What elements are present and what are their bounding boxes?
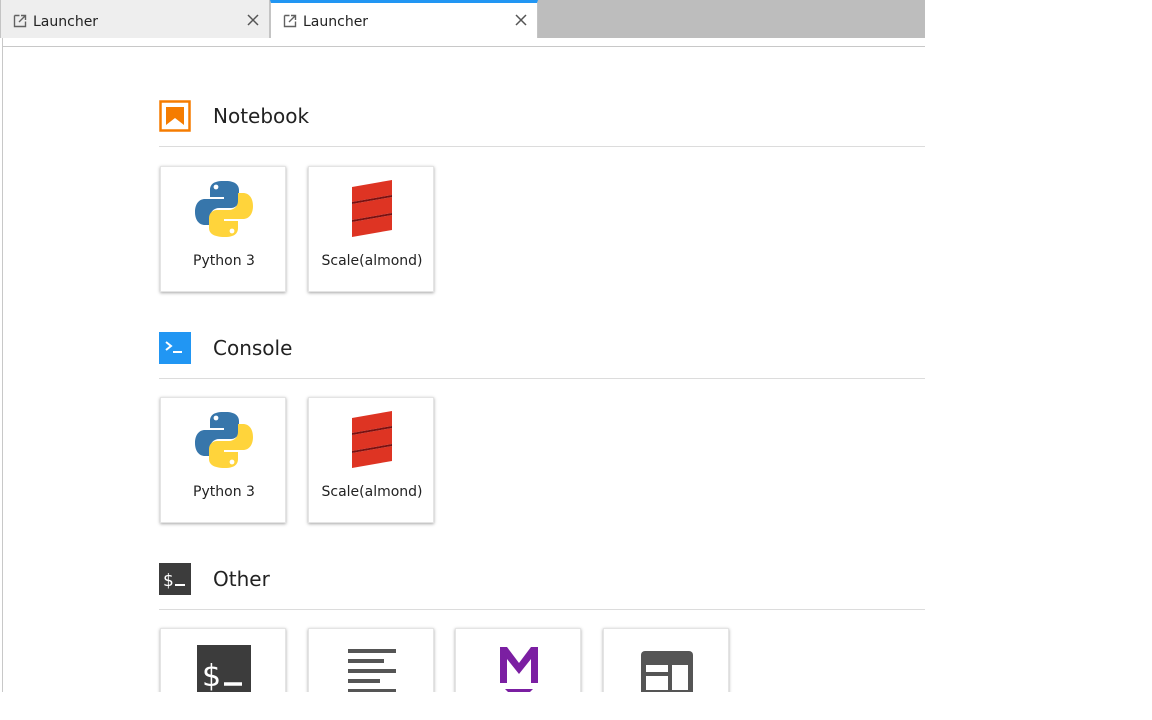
text-file-icon: [348, 649, 396, 692]
card-label: Scale(almond): [321, 253, 423, 269]
launcher-card-console-scala[interactable]: Scale(almond): [308, 397, 434, 523]
launcher-card-console-python3[interactable]: Python 3: [160, 397, 286, 523]
markdown-icon: [500, 647, 538, 692]
tab-label: Launcher: [33, 14, 99, 30]
launch-icon: [283, 14, 297, 28]
python-logo-icon: [195, 412, 253, 468]
terminal-icon: $: [159, 563, 191, 595]
jupyterlab-window: Launcher Launcher Notebook Python 3 Scal…: [0, 0, 925, 692]
launcher-card-notebook-python3[interactable]: Python 3: [160, 166, 286, 292]
section-divider: [159, 378, 925, 379]
close-icon[interactable]: [245, 12, 261, 28]
terminal-icon: $: [197, 645, 251, 692]
section-title: Notebook: [213, 104, 310, 128]
scala-logo-icon: [352, 411, 392, 468]
panel-divider: [3, 46, 925, 47]
section-header-other: $ Other: [159, 563, 925, 623]
tab-label: Launcher: [303, 14, 369, 30]
section-divider: [159, 146, 925, 147]
section-header-console: Console: [159, 332, 925, 392]
svg-text:$: $: [202, 659, 221, 692]
section-title: Other: [213, 567, 270, 591]
svg-text:$: $: [163, 571, 174, 591]
card-label: Python 3: [193, 484, 255, 500]
launcher-card-contextual-help[interactable]: [603, 628, 729, 692]
launcher-card-text-file[interactable]: [308, 628, 434, 692]
card-label: Scale(almond): [321, 484, 423, 500]
close-icon[interactable]: [513, 12, 529, 28]
console-icon: [159, 332, 191, 364]
section-divider: [159, 609, 925, 610]
tab-launcher-2[interactable]: Launcher: [270, 0, 538, 38]
card-label: Python 3: [193, 253, 255, 269]
launcher-card-markdown[interactable]: [455, 628, 581, 692]
launcher-card-terminal[interactable]: $: [160, 628, 286, 692]
scala-logo-icon: [352, 180, 392, 237]
launcher-panel: Notebook Python 3 Scale(almond) Console …: [2, 38, 925, 692]
launch-icon: [13, 14, 27, 28]
section-header-notebook: Notebook: [159, 100, 925, 160]
section-title: Console: [213, 336, 293, 360]
contextual-help-icon: [641, 651, 693, 692]
tab-bar: Launcher Launcher: [0, 0, 925, 38]
launcher-card-notebook-scala[interactable]: Scale(almond): [308, 166, 434, 292]
tab-launcher-1[interactable]: Launcher: [0, 0, 270, 38]
notebook-icon: [159, 100, 191, 132]
python-logo-icon: [195, 181, 253, 237]
